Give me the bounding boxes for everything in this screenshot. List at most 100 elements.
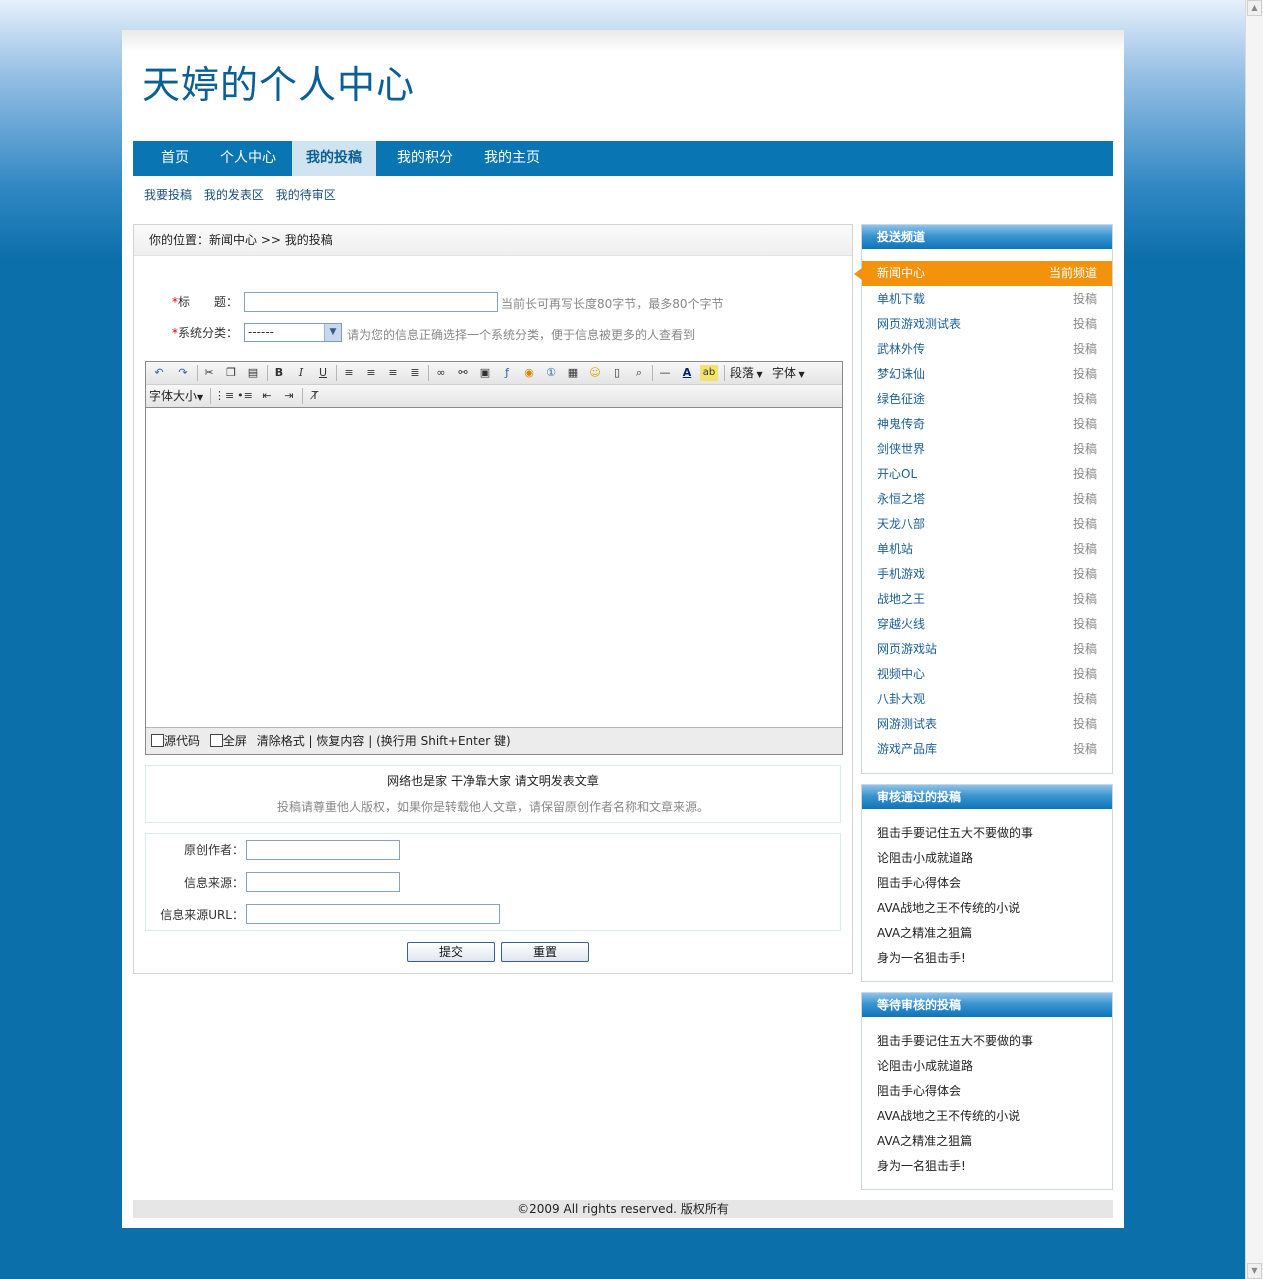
clear-format-link[interactable]: 清除格式 — [257, 734, 305, 748]
highlight-color-icon[interactable]: ab — [700, 365, 718, 381]
channel-item[interactable]: 视频中心 投稿 — [862, 662, 1112, 687]
channel-item[interactable]: 武林外传 投稿 — [862, 337, 1112, 362]
channel-submit-link[interactable]: 投稿 — [1073, 312, 1097, 337]
channel-name[interactable]: 天龙八部 — [877, 512, 925, 537]
channel-submit-link[interactable]: 投稿 — [1073, 287, 1097, 312]
emoticon-icon[interactable]: ☺ — [586, 365, 604, 381]
channel-name[interactable]: 网页游戏站 — [877, 637, 937, 662]
channel-submit-link[interactable]: 投稿 — [1073, 712, 1097, 737]
link-icon[interactable]: ∞ — [432, 365, 450, 381]
channel-item[interactable]: 剑侠世界 投稿 — [862, 437, 1112, 462]
channel-submit-link[interactable]: 投稿 — [1073, 412, 1097, 437]
article-link[interactable]: 狙击手要记住五大不要做的事 — [877, 824, 1033, 841]
nav-my-points[interactable]: 我的积分 — [383, 141, 467, 176]
unlink-icon[interactable]: ⚯ — [454, 365, 472, 381]
nav-home[interactable]: 首页 — [147, 141, 203, 176]
channel-submit-link[interactable]: 投稿 — [1073, 362, 1097, 387]
underline-icon[interactable]: U — [314, 365, 332, 381]
table-icon[interactable]: ▦ — [564, 365, 582, 381]
font-size-dropdown[interactable]: 字体大小▼ — [149, 388, 203, 404]
channel-item[interactable]: 网页游戏测试表 投稿 — [862, 312, 1112, 337]
undo-icon[interactable]: ↶ — [150, 365, 168, 381]
channel-name[interactable]: 战地之王 — [877, 587, 925, 612]
channel-name[interactable]: 游戏产品库 — [877, 737, 937, 762]
paragraph-dropdown[interactable]: 段落 ▼ — [730, 365, 763, 381]
article-link[interactable]: AVA战地之王不传统的小说 — [877, 1107, 1020, 1124]
horizontal-rule-icon[interactable]: — — [656, 365, 674, 381]
article-link[interactable]: AVA之精准之狙篇 — [877, 924, 972, 941]
subnav-submit[interactable]: 我要投稿 — [144, 188, 192, 202]
preview-icon[interactable]: ▯ — [608, 365, 626, 381]
channel-name[interactable]: 神鬼传奇 — [877, 412, 925, 437]
channel-name[interactable]: 武林外传 — [877, 337, 925, 362]
font-dropdown[interactable]: 字体 ▼ — [772, 365, 805, 381]
channel-item[interactable]: 手机游戏 投稿 — [862, 562, 1112, 587]
channel-submit-link[interactable]: 投稿 — [1073, 487, 1097, 512]
article-link[interactable]: AVA之精准之狙篇 — [877, 1132, 972, 1149]
channel-submit-link[interactable]: 投稿 — [1073, 387, 1097, 412]
bold-icon[interactable]: B — [270, 365, 288, 381]
channel-item[interactable]: 神鬼传奇 投稿 — [862, 412, 1112, 437]
channel-name[interactable]: 单机站 — [877, 537, 913, 562]
source-input[interactable] — [246, 872, 400, 892]
article-link[interactable]: 论阻击小成就道路 — [877, 1057, 973, 1074]
channel-item[interactable]: 天龙八部 投稿 — [862, 512, 1112, 537]
copy-icon[interactable]: ❐ — [222, 365, 240, 381]
article-link[interactable]: 狙击手要记住五大不要做的事 — [877, 1032, 1033, 1049]
article-link[interactable]: AVA战地之王不传统的小说 — [877, 899, 1020, 916]
channel-item[interactable]: 单机站 投稿 — [862, 537, 1112, 562]
channel-submit-link[interactable]: 投稿 — [1073, 437, 1097, 462]
channel-item[interactable]: 游戏产品库 投稿 — [862, 737, 1112, 762]
article-link[interactable]: 阻击手心得体会 — [877, 1082, 961, 1099]
align-left-icon[interactable]: ≡ — [340, 365, 358, 381]
channel-item[interactable]: 战地之王 投稿 — [862, 587, 1112, 612]
remove-format-icon[interactable]: T̸ — [306, 388, 324, 404]
channel-item[interactable]: 网游测试表 投稿 — [862, 712, 1112, 737]
special-char-icon[interactable]: ① — [542, 365, 560, 381]
article-link[interactable]: 身为一名狙击手! — [877, 949, 966, 966]
ordered-list-icon[interactable]: ⋮≡ — [214, 388, 234, 404]
author-input[interactable] — [246, 840, 400, 860]
channel-name[interactable]: 八卦大观 — [877, 687, 925, 712]
channel-item[interactable]: 绿色征途 投稿 — [862, 387, 1112, 412]
source-code-toggle[interactable]: 源代码 — [151, 734, 200, 748]
channel-item[interactable]: 穿越火线 投稿 — [862, 612, 1112, 637]
channel-name[interactable]: 网页游戏测试表 — [877, 312, 961, 337]
channel-submit-link[interactable]: 投稿 — [1073, 462, 1097, 487]
channel-submit-link[interactable]: 投稿 — [1073, 537, 1097, 562]
paste-icon[interactable]: ▤ — [244, 365, 262, 381]
nav-my-submissions[interactable]: 我的投稿 — [292, 141, 376, 176]
channel-item[interactable]: 永恒之塔 投稿 — [862, 487, 1112, 512]
nav-personal-center[interactable]: 个人中心 — [206, 141, 290, 176]
channel-name[interactable]: 单机下载 — [877, 287, 925, 312]
article-link[interactable]: 阻击手心得体会 — [877, 874, 961, 891]
channel-item[interactable]: 八卦大观 投稿 — [862, 687, 1112, 712]
channel-item-current[interactable]: 新闻中心 当前频道 — [854, 261, 1112, 286]
channel-submit-link[interactable]: 投稿 — [1073, 687, 1097, 712]
channel-name[interactable]: 穿越火线 — [877, 612, 925, 637]
restore-content-link[interactable]: 恢复内容 — [316, 734, 364, 748]
scroll-down-icon[interactable]: ▼ — [1247, 1263, 1262, 1279]
channel-item[interactable]: 单机下载 投稿 — [862, 287, 1112, 312]
channel-name[interactable]: 永恒之塔 — [877, 487, 925, 512]
article-link[interactable]: 论阻击小成就道路 — [877, 849, 973, 866]
channel-submit-link[interactable]: 投稿 — [1073, 662, 1097, 687]
cut-icon[interactable]: ✂ — [200, 365, 218, 381]
channel-name[interactable]: 开心OL — [877, 462, 917, 487]
fullscreen-toggle[interactable]: 全屏 — [209, 734, 247, 748]
flash-icon[interactable]: ƒ — [498, 365, 516, 381]
subnav-pending[interactable]: 我的待审区 — [276, 188, 336, 202]
channel-submit-link[interactable]: 投稿 — [1073, 562, 1097, 587]
channel-name[interactable]: 剑侠世界 — [877, 437, 925, 462]
channel-submit-link[interactable]: 投稿 — [1073, 512, 1097, 537]
align-justify-icon[interactable]: ≣ — [406, 365, 424, 381]
align-right-icon[interactable]: ≡ — [384, 365, 402, 381]
channel-name[interactable]: 手机游戏 — [877, 562, 925, 587]
align-center-icon[interactable]: ≡ — [362, 365, 380, 381]
channel-name[interactable]: 绿色征途 — [877, 387, 925, 412]
channel-name[interactable]: 视频中心 — [877, 662, 925, 687]
channel-submit-link[interactable]: 投稿 — [1073, 637, 1097, 662]
nav-my-homepage[interactable]: 我的主页 — [470, 141, 554, 176]
channel-name[interactable]: 网游测试表 — [877, 712, 937, 737]
media-icon[interactable]: ◉ — [520, 365, 538, 381]
